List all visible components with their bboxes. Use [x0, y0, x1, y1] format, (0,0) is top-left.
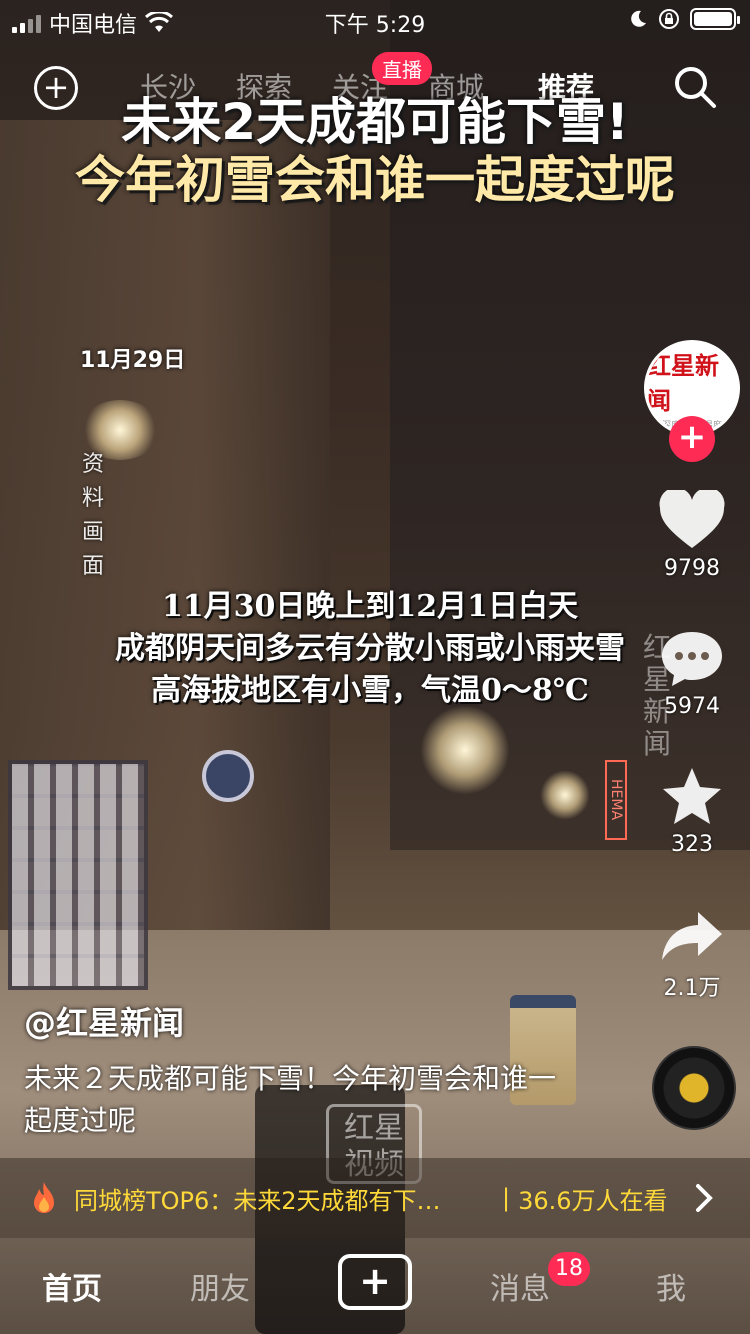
author-name[interactable]: @红星新闻: [24, 998, 184, 1044]
hot-list-title: 同城榜TOP6：未来2天成都有下…: [74, 1186, 441, 1215]
tab-friends[interactable]: 朋友: [190, 1264, 250, 1308]
pedestrian-sign: [202, 750, 254, 802]
hot-list-bar[interactable]: 同城榜TOP6：未来2天成都有下… | 36.6万人在看: [0, 1158, 750, 1238]
like-count: 9798: [664, 556, 720, 581]
comment-icon: [662, 632, 722, 686]
hot-list-viewers: 36.6万人在看: [518, 1186, 668, 1215]
tab-me[interactable]: 我: [656, 1264, 686, 1308]
heart-icon: [659, 490, 725, 548]
favorite-button[interactable]: 323: [640, 766, 744, 857]
live-badge[interactable]: 直播: [372, 52, 432, 85]
tab-home[interactable]: 首页: [42, 1264, 102, 1308]
share-button[interactable]: 2.1万: [640, 908, 744, 1002]
date-stamp: 11月29日: [80, 348, 186, 373]
caption-line: 成都阴天间多云有分散小雨或小雨夹雪: [115, 631, 625, 666]
street-lamp-glow: [540, 770, 590, 820]
share-arrow-icon: [662, 912, 722, 960]
inbox-unread-badge: 18: [548, 1252, 590, 1286]
post-description[interactable]: 未来２天成都可能下雪！今年初雪会和谁一起度过呢: [24, 1058, 564, 1142]
street-lamp-glow: [420, 705, 510, 795]
music-disc-icon[interactable]: [652, 1046, 736, 1130]
comment-count: 5974: [664, 694, 720, 719]
status-bar: 中国电信 下午 5:29: [0, 0, 750, 40]
shop-window: [8, 760, 148, 990]
bottom-tab-bar: 首页 朋友 + 消息 18 我: [0, 1238, 750, 1334]
caption-line: 高海拔地区有小雪，气温0～8℃: [151, 673, 589, 708]
like-button[interactable]: 9798: [640, 490, 744, 581]
share-count: 2.1万: [663, 976, 721, 1001]
chevron-right-icon: [696, 1184, 713, 1212]
tab-inbox[interactable]: 消息: [490, 1264, 550, 1308]
favorite-count: 323: [671, 832, 713, 857]
hot-list-separator: |: [502, 1184, 511, 1212]
archive-footage-note: 资 料 画 面: [81, 452, 104, 579]
create-button[interactable]: +: [338, 1254, 412, 1310]
follow-button[interactable]: +: [669, 416, 715, 462]
action-rail: 红星新闻 深度 态度 温度 + 9798 5974 323 2.1万: [640, 0, 750, 1334]
avatar-logo-text: 红星新闻: [647, 350, 719, 415]
star-icon: [663, 768, 721, 824]
caption-line: 11月30日晚上到12月1日白天: [161, 589, 579, 624]
neon-sign: НЕМА: [605, 760, 627, 840]
fire-icon: [34, 1182, 54, 1213]
weather-caption: 11月30日晚上到12月1日白天 成都阴天间多云有分散小雨或小雨夹雪 高海拔地区…: [80, 586, 660, 712]
comment-button[interactable]: 5974: [640, 628, 744, 719]
video-subheadline: 今年初雪会和谁一起度过呢: [75, 151, 675, 209]
